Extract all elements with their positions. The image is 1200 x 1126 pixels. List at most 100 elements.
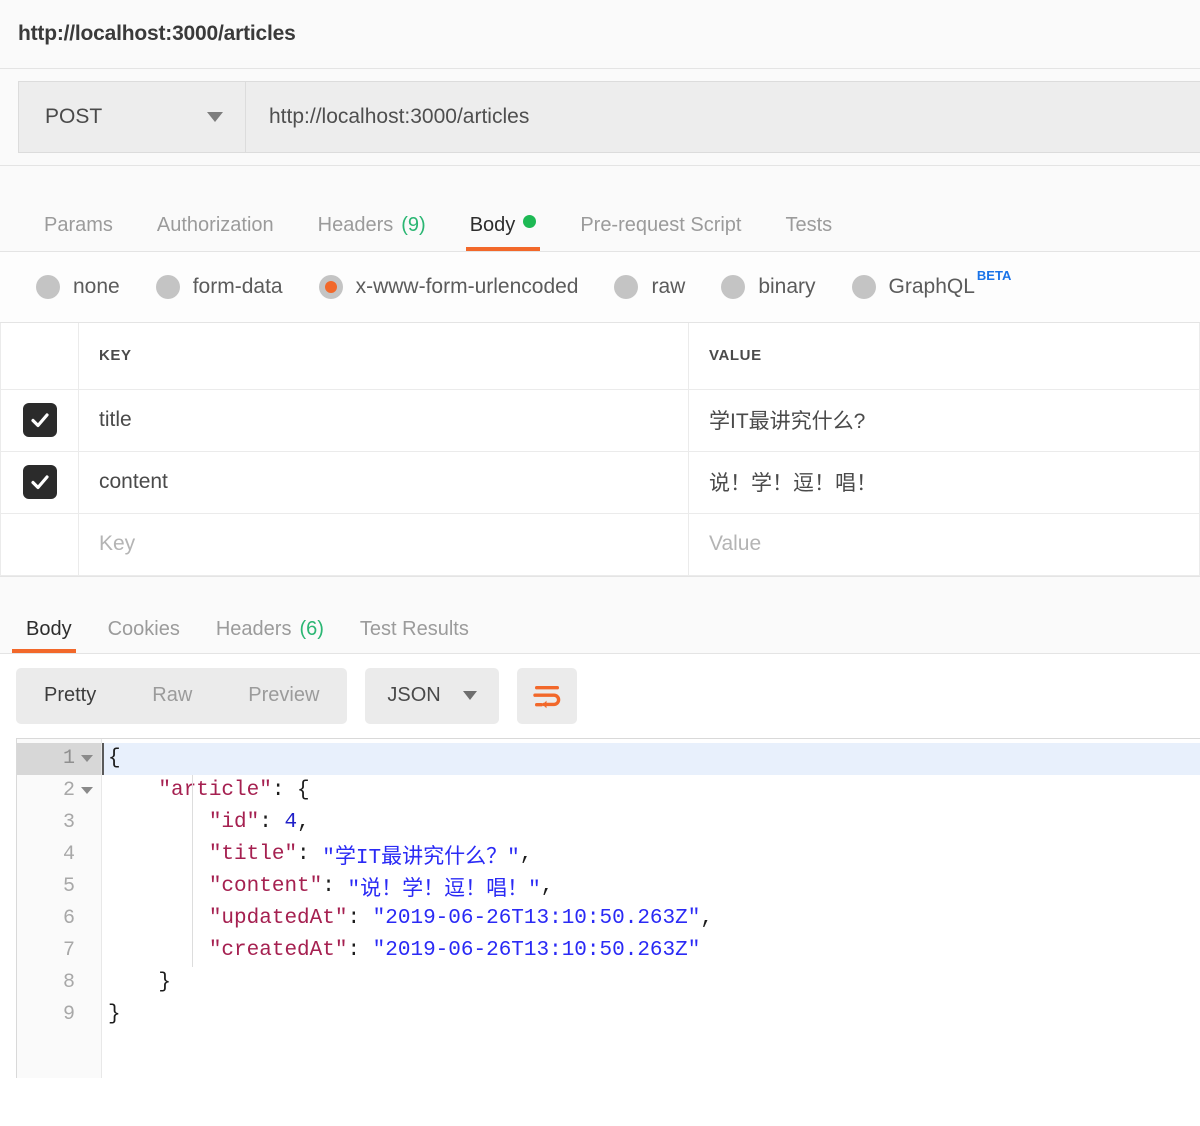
tab-tests[interactable]: Tests bbox=[763, 214, 854, 251]
line-number: 1 bbox=[62, 747, 75, 770]
tab-pre-request-script[interactable]: Pre-request Script bbox=[558, 214, 763, 251]
request-url-input[interactable]: http://localhost:3000/articles bbox=[246, 82, 1200, 152]
code-token: : { bbox=[271, 779, 310, 802]
chevron-down-icon bbox=[207, 112, 223, 122]
radio-form-data-icon[interactable] bbox=[155, 275, 180, 299]
table-header-key: KEY bbox=[78, 323, 689, 390]
response-tabs: Body Cookies Headers (6) Test Results bbox=[0, 575, 1200, 654]
row-checkbox-title[interactable] bbox=[22, 403, 57, 437]
response-tab-headers[interactable]: Headers (6) bbox=[198, 618, 342, 653]
fold-arrow-icon[interactable] bbox=[81, 755, 93, 762]
view-mode-preview[interactable]: Preview bbox=[220, 668, 347, 724]
code-token: "id" bbox=[208, 811, 260, 834]
tab-body[interactable]: Body bbox=[448, 214, 559, 251]
chevron-down-icon bbox=[462, 691, 477, 700]
gutter-line: 4 bbox=[17, 839, 101, 871]
empty-row-value-cell[interactable]: Value bbox=[688, 513, 1200, 576]
radio-none-icon[interactable] bbox=[36, 275, 60, 299]
code-line: } bbox=[102, 999, 1200, 1031]
row-value-content: 说！学！逗！唱！ bbox=[709, 472, 877, 495]
tab-tests-label: Tests bbox=[785, 214, 833, 236]
row-value-cell[interactable]: 学IT最讲究什么? bbox=[688, 389, 1200, 452]
row-checkbox-content[interactable] bbox=[22, 465, 57, 499]
view-mode-pretty-label: Pretty bbox=[44, 684, 97, 706]
response-tab-body-label: Body bbox=[26, 617, 72, 640]
code-token: : bbox=[259, 811, 285, 834]
line-number: 7 bbox=[62, 939, 75, 962]
tab-pre-request-script-label: Pre-request Script bbox=[580, 214, 742, 236]
gutter-line: 5 bbox=[17, 871, 101, 903]
radio-urlencoded-icon[interactable] bbox=[318, 275, 343, 299]
radio-graphql-icon[interactable] bbox=[851, 275, 876, 299]
code-gutter: 1 2 3 4 5 6 7 8 9 bbox=[17, 738, 102, 1078]
code-lines[interactable]: { "article": { "id": 4, "title": "学IT最讲究… bbox=[102, 739, 1200, 1078]
response-view-mode-group: Pretty Raw Preview bbox=[16, 667, 348, 724]
empty-row-key-cell[interactable]: Key bbox=[78, 513, 689, 576]
row-key-cell[interactable]: title bbox=[78, 389, 689, 452]
response-tab-cookies[interactable]: Cookies bbox=[90, 618, 198, 653]
code-token: "createdAt" bbox=[208, 939, 348, 962]
word-wrap-button[interactable] bbox=[516, 667, 577, 724]
body-type-binary[interactable]: binary bbox=[721, 275, 816, 299]
request-tabs: Params Authorization Headers (9) Body Pr… bbox=[0, 166, 1200, 252]
code-token: "学IT最讲究什么？" bbox=[322, 846, 520, 870]
code-token: : bbox=[322, 875, 348, 898]
tab-headers-label: Headers bbox=[317, 214, 394, 236]
table-row: content 说！学！逗！唱！ bbox=[0, 451, 1200, 514]
code-token: "content" bbox=[208, 875, 323, 898]
fold-arrow-icon[interactable] bbox=[81, 787, 93, 794]
code-line: } bbox=[102, 967, 1200, 999]
row-key-title: title bbox=[99, 408, 132, 431]
response-toolbar: Pretty Raw Preview JSON bbox=[0, 653, 1200, 738]
code-line: "updatedAt": "2019-06-26T13:10:50.263Z", bbox=[102, 903, 1200, 935]
response-tab-body[interactable]: Body bbox=[8, 618, 90, 653]
new-value-placeholder: Value bbox=[709, 532, 762, 555]
view-mode-raw-label: Raw bbox=[152, 684, 193, 706]
indent-guide bbox=[192, 774, 193, 967]
row-value-cell[interactable]: 说！学！逗！唱！ bbox=[688, 451, 1200, 514]
body-type-graphql[interactable]: GraphQL BETA bbox=[851, 268, 1011, 299]
body-type-urlencoded-label: x-www-form-urlencoded bbox=[355, 275, 579, 298]
view-mode-pretty[interactable]: Pretty bbox=[16, 668, 124, 724]
response-code-viewer[interactable]: 1 2 3 4 5 6 7 8 9 { "article": { "id": 4, "title… bbox=[16, 737, 1200, 1078]
http-method-select[interactable]: POST bbox=[19, 82, 246, 152]
word-wrap-icon bbox=[533, 685, 560, 708]
radio-raw-icon[interactable] bbox=[614, 275, 639, 299]
body-type-none-label: none bbox=[73, 275, 120, 298]
body-type-form-data-label: form-data bbox=[192, 275, 283, 298]
line-number: 9 bbox=[62, 1003, 75, 1026]
row-key-cell[interactable]: content bbox=[78, 451, 689, 514]
line-number: 8 bbox=[62, 971, 75, 994]
body-type-urlencoded[interactable]: x-www-form-urlencoded bbox=[318, 275, 579, 299]
body-type-form-data[interactable]: form-data bbox=[155, 275, 283, 299]
view-mode-preview-label: Preview bbox=[248, 684, 320, 706]
response-tab-cookies-label: Cookies bbox=[107, 617, 180, 640]
table-row: title 学IT最讲究什么? bbox=[0, 389, 1200, 452]
view-mode-raw[interactable]: Raw bbox=[124, 668, 220, 724]
tab-headers[interactable]: Headers (9) bbox=[296, 214, 448, 251]
code-token: , bbox=[540, 875, 554, 898]
code-line: "id": 4, bbox=[102, 807, 1200, 839]
code-token: } bbox=[108, 1003, 121, 1026]
code-token: { bbox=[108, 747, 121, 770]
request-bar-container: POST http://localhost:3000/articles bbox=[0, 69, 1200, 166]
response-format-select[interactable]: JSON bbox=[365, 667, 499, 724]
tab-authorization[interactable]: Authorization bbox=[135, 214, 296, 251]
empty-row-checkbox-cell bbox=[0, 513, 79, 576]
radio-binary-icon[interactable] bbox=[721, 275, 746, 299]
gutter-line: 2 bbox=[17, 775, 101, 807]
tab-params[interactable]: Params bbox=[22, 214, 135, 251]
gutter-line: 7 bbox=[17, 935, 101, 967]
code-token: "title" bbox=[208, 843, 298, 866]
body-type-raw[interactable]: raw bbox=[614, 275, 685, 299]
response-format-label: JSON bbox=[387, 684, 441, 706]
line-number: 2 bbox=[62, 779, 75, 802]
response-tab-test-results[interactable]: Test Results bbox=[342, 618, 487, 653]
beta-badge: BETA bbox=[976, 267, 1012, 283]
body-type-none[interactable]: none bbox=[36, 275, 120, 299]
